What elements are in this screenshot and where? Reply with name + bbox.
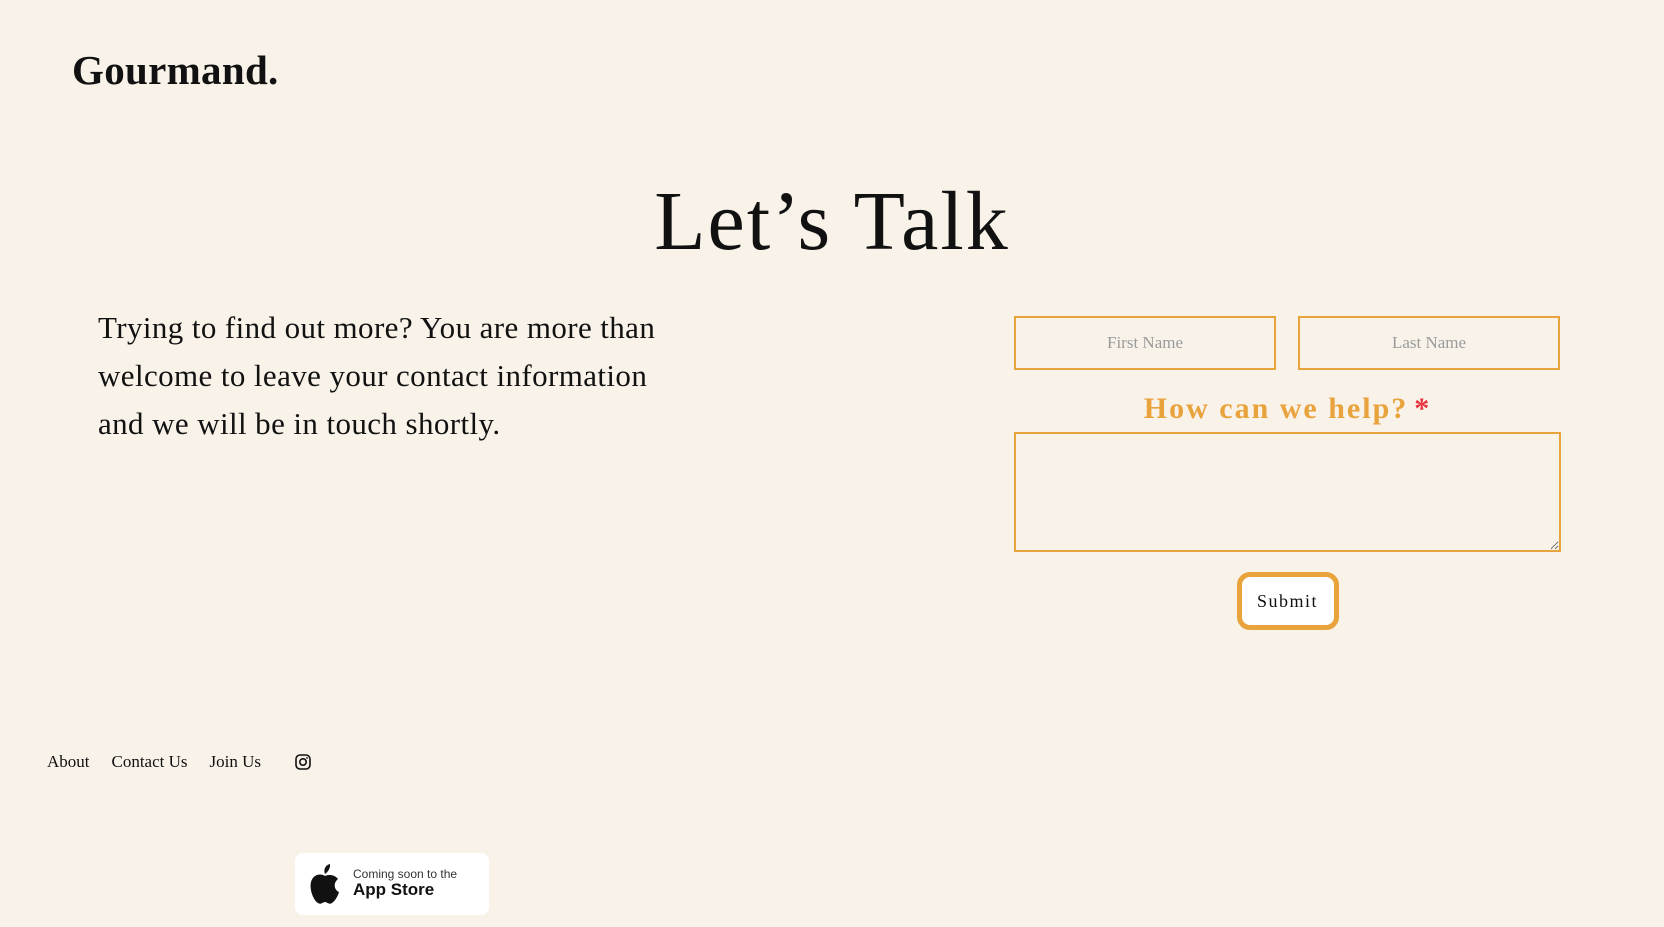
first-name-input[interactable] (1014, 316, 1276, 370)
intro-text: Trying to find out more? You are more th… (98, 310, 656, 441)
footer-link-about[interactable]: About (47, 752, 90, 772)
footer-link-contact-us[interactable]: Contact Us (112, 752, 188, 772)
help-label: How can we help? * (1014, 392, 1561, 426)
footer-nav: About Contact Us Join Us (47, 752, 312, 772)
app-store-text: Coming soon to the App Store (353, 867, 457, 900)
required-marker: * (1414, 392, 1432, 425)
help-label-text: How can we help? (1143, 392, 1409, 425)
instagram-icon[interactable] (294, 753, 312, 771)
submit-wrap: Submit (1014, 572, 1561, 630)
submit-button[interactable]: Submit (1236, 572, 1339, 630)
name-row (1014, 316, 1561, 370)
last-name-input[interactable] (1298, 316, 1560, 370)
footer-link-join-us[interactable]: Join Us (210, 752, 261, 772)
app-store-big-text: App Store (353, 880, 435, 900)
site-logo[interactable]: Gourmand. (72, 50, 279, 91)
apple-icon (310, 864, 339, 904)
message-textarea[interactable] (1014, 432, 1561, 552)
page-title: Let’s Talk (654, 175, 1010, 268)
contact-form: How can we help?* Submit (1014, 316, 1561, 630)
app-store-badge[interactable]: Coming soon to the App Store (295, 853, 489, 915)
